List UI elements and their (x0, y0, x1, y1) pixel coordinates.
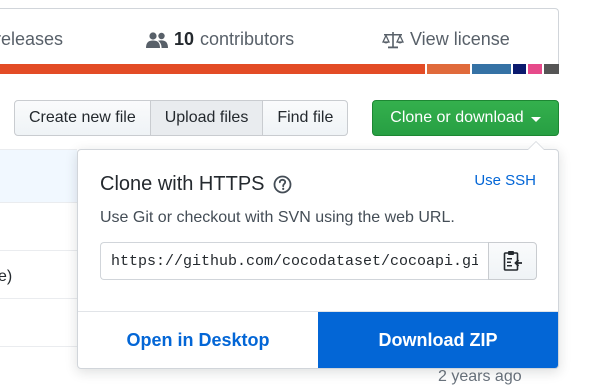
create-new-file-button[interactable]: Create new file (14, 100, 151, 136)
law-scale-icon (382, 31, 404, 48)
download-zip-button[interactable]: Download ZIP (318, 312, 558, 368)
language-segment[interactable] (472, 64, 511, 74)
clone-footer: Open in Desktop Download ZIP (78, 311, 558, 368)
clone-title-text: Clone with HTTPS (100, 173, 265, 195)
releases-label: releases (0, 29, 64, 49)
repo-summary-bar: releases 10 contributors View license (0, 8, 559, 64)
clone-or-download-label: Clone or download (390, 109, 524, 126)
clone-url-input[interactable] (100, 242, 488, 280)
copy-to-clipboard-button[interactable] (488, 242, 537, 280)
language-segment[interactable] (512, 64, 527, 74)
contributors-count: 10 (174, 29, 195, 49)
language-segment[interactable] (544, 64, 559, 74)
license-label: View license (410, 29, 510, 49)
people-icon (146, 31, 168, 48)
language-bar[interactable] (0, 64, 559, 74)
language-segment[interactable] (528, 64, 543, 74)
language-segment[interactable] (0, 64, 426, 74)
releases-link[interactable]: releases (0, 29, 63, 50)
contributors-label: contributors (200, 29, 295, 49)
upload-files-button[interactable]: Upload files (149, 100, 264, 136)
clone-title: Clone with HTTPS (100, 173, 292, 196)
clone-popover: Clone with HTTPS Use SSH Use Git or chec… (77, 141, 559, 369)
contributors-link[interactable]: 10 contributors (146, 29, 294, 50)
clone-url-group (100, 242, 537, 280)
open-in-desktop-button[interactable]: Open in Desktop (78, 312, 318, 368)
license-link[interactable]: View license (382, 29, 510, 50)
use-ssh-link[interactable]: Use SSH (474, 172, 536, 189)
file-row-fragment: e) (0, 268, 13, 285)
clone-description: Use Git or checkout with SVN using the w… (100, 209, 455, 226)
commit-tease-row (0, 150, 77, 202)
question-icon[interactable] (273, 175, 292, 194)
language-segment[interactable] (427, 64, 471, 74)
find-file-button[interactable]: Find file (262, 100, 349, 136)
divider (0, 298, 77, 299)
clipboard-icon (503, 251, 522, 271)
divider (0, 346, 77, 347)
caret-down-icon (530, 116, 541, 122)
commit-age: 2 years ago (438, 368, 522, 385)
divider (0, 149, 77, 150)
divider (0, 202, 77, 203)
file-actions-group: Create new file Upload files Find file (14, 100, 349, 136)
divider (0, 250, 77, 251)
clone-or-download-button[interactable]: Clone or download (372, 100, 559, 136)
